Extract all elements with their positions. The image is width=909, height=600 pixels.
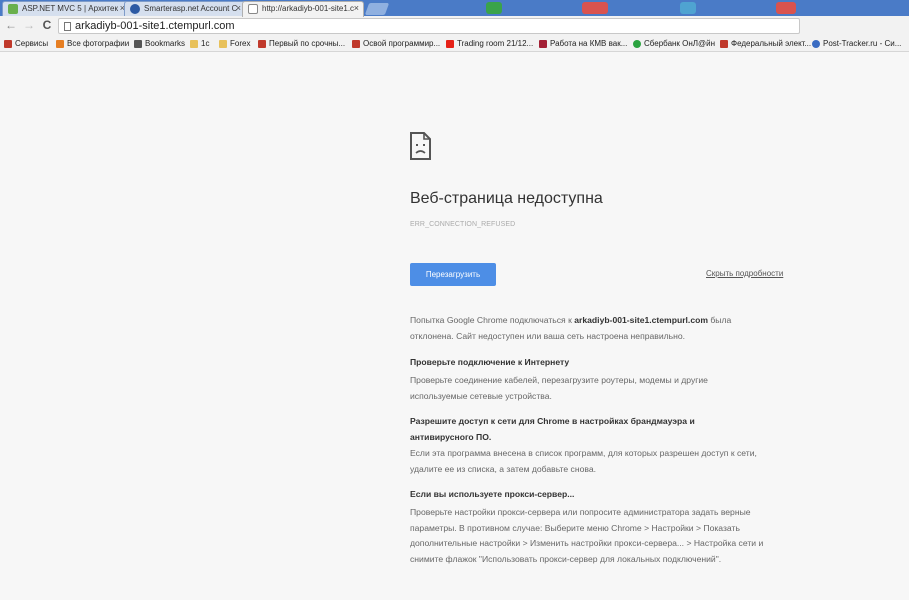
section-text: Проверьте соединение кабелей, перезагруз… <box>410 375 708 401</box>
taskbar-app-icon <box>680 2 696 14</box>
tab-smarterasp[interactable]: Smarterasp.net Account C × <box>124 1 246 16</box>
apps-icon <box>4 40 12 48</box>
address-bar[interactable]: arkadiyb-001-site1.ctempurl.com <box>58 18 800 34</box>
folder-icon <box>219 40 227 48</box>
page-icon <box>64 22 71 31</box>
tab-title: http://arkadiyb-001-site1.c <box>262 4 355 13</box>
bookmark-item[interactable]: Post-Tracker.ru - Си... <box>812 38 901 50</box>
tab-title: ASP.NET MVC 5 | Архитек <box>22 4 118 13</box>
page-icon <box>248 4 258 14</box>
gov-icon <box>720 40 728 48</box>
k-icon <box>539 40 547 48</box>
photos-icon <box>56 40 64 48</box>
tab-active-site[interactable]: http://arkadiyb-001-site1.c × <box>242 1 364 17</box>
sber-icon <box>633 40 641 48</box>
tab-strip: ASP.NET MVC 5 | Архитек × Smarterasp.net… <box>0 0 909 17</box>
bookmark-item[interactable]: Все фотографии <box>56 38 129 50</box>
intro-host: arkadiyb-001-site1.ctempurl.com <box>574 315 708 325</box>
bookmark-label: Trading room 21/12... <box>457 39 534 48</box>
tab-title: Smarterasp.net Account C <box>144 4 238 13</box>
youtube-icon <box>446 40 454 48</box>
bookmark-label: Bookmarks <box>145 39 186 48</box>
bookmark-label: Сервисы <box>15 39 49 48</box>
new-tab-button[interactable] <box>364 3 390 15</box>
error-title: Веб-страница недоступна <box>410 190 603 207</box>
bookmark-item[interactable]: Первый по срочны... <box>258 38 345 50</box>
close-icon[interactable]: × <box>236 3 241 13</box>
bookmark-label: Сбербанк ОнЛ@йн <box>644 39 716 48</box>
tab-aspnet[interactable]: ASP.NET MVC 5 | Архитек × <box>2 1 130 16</box>
bookmark-item[interactable]: Работа на КМВ вак... <box>539 38 627 50</box>
section-text: Если эта программа внесена в список прог… <box>410 448 757 474</box>
folder-icon <box>190 40 198 48</box>
url-text[interactable]: arkadiyb-001-site1.ctempurl.com <box>75 20 235 32</box>
section-text: Проверьте настройки прокси-сервера или п… <box>410 507 764 564</box>
taskbar-app-icon <box>776 2 796 14</box>
bookmark-item[interactable]: Trading room 21/12... <box>446 38 533 50</box>
bookmark-label: Все фотографии <box>67 39 130 48</box>
bookmark-item[interactable]: Освой программир... <box>352 38 440 50</box>
close-icon[interactable]: × <box>354 3 359 13</box>
back-button[interactable]: ← <box>4 18 18 32</box>
star-icon <box>134 40 142 48</box>
l-icon <box>258 40 266 48</box>
bookmark-item[interactable]: Сервисы <box>4 38 48 50</box>
error-code: ERR_CONNECTION_REFUSED <box>410 221 516 228</box>
section-heading: Если вы используете прокси-сервер... <box>410 489 575 499</box>
bookmark-label: Федеральный элект... <box>731 39 812 48</box>
bookmark-label: Первый по срочны... <box>269 39 346 48</box>
reload-button[interactable]: C <box>40 18 54 32</box>
bookmark-label: 1с <box>201 39 210 48</box>
reload-page-button[interactable]: Перезагрузить <box>410 263 496 286</box>
bookmark-item[interactable]: Bookmarks <box>134 38 185 50</box>
section-heading: Разрешите доступ к сети для Chrome в нас… <box>410 416 695 442</box>
tab-favicon-icon <box>8 4 18 14</box>
error-page: Веб-страница недоступна ERR_CONNECTION_R… <box>0 53 909 600</box>
taskbar-app-icon <box>486 2 502 14</box>
forward-button[interactable]: → <box>22 18 36 32</box>
sad-page-icon <box>410 132 431 160</box>
section-heading: Проверьте подключение к Интернету <box>410 357 570 367</box>
bookmarks-bar: Сервисы Все фотографии Bookmarks 1с Fore… <box>0 36 909 52</box>
bookmark-item[interactable]: Федеральный элект... <box>720 38 811 50</box>
bookmark-label: Post-Tracker.ru - Си... <box>823 39 902 48</box>
globe-icon <box>812 40 820 48</box>
bookmark-item[interactable]: Forex <box>219 38 250 50</box>
bookmark-label: Работа на КМВ вак... <box>550 39 628 48</box>
paw-icon <box>352 40 360 48</box>
hide-details-link[interactable]: Скрыть подробности <box>706 269 783 278</box>
taskbar-app-icon <box>582 2 608 14</box>
bookmark-label: Forex <box>230 39 251 48</box>
bookmark-item[interactable]: 1с <box>190 38 209 50</box>
error-description: Попытка Google Chrome подключаться к ark… <box>410 313 770 344</box>
tab-favicon-icon <box>130 4 140 14</box>
bookmark-item[interactable]: Сбербанк ОнЛ@йн <box>633 38 715 50</box>
browser-toolbar: ← → C arkadiyb-001-site1.ctempurl.com <box>0 16 909 36</box>
intro-text: Попытка Google Chrome подключаться к <box>410 315 575 325</box>
bookmark-label: Освой программир... <box>363 39 441 48</box>
